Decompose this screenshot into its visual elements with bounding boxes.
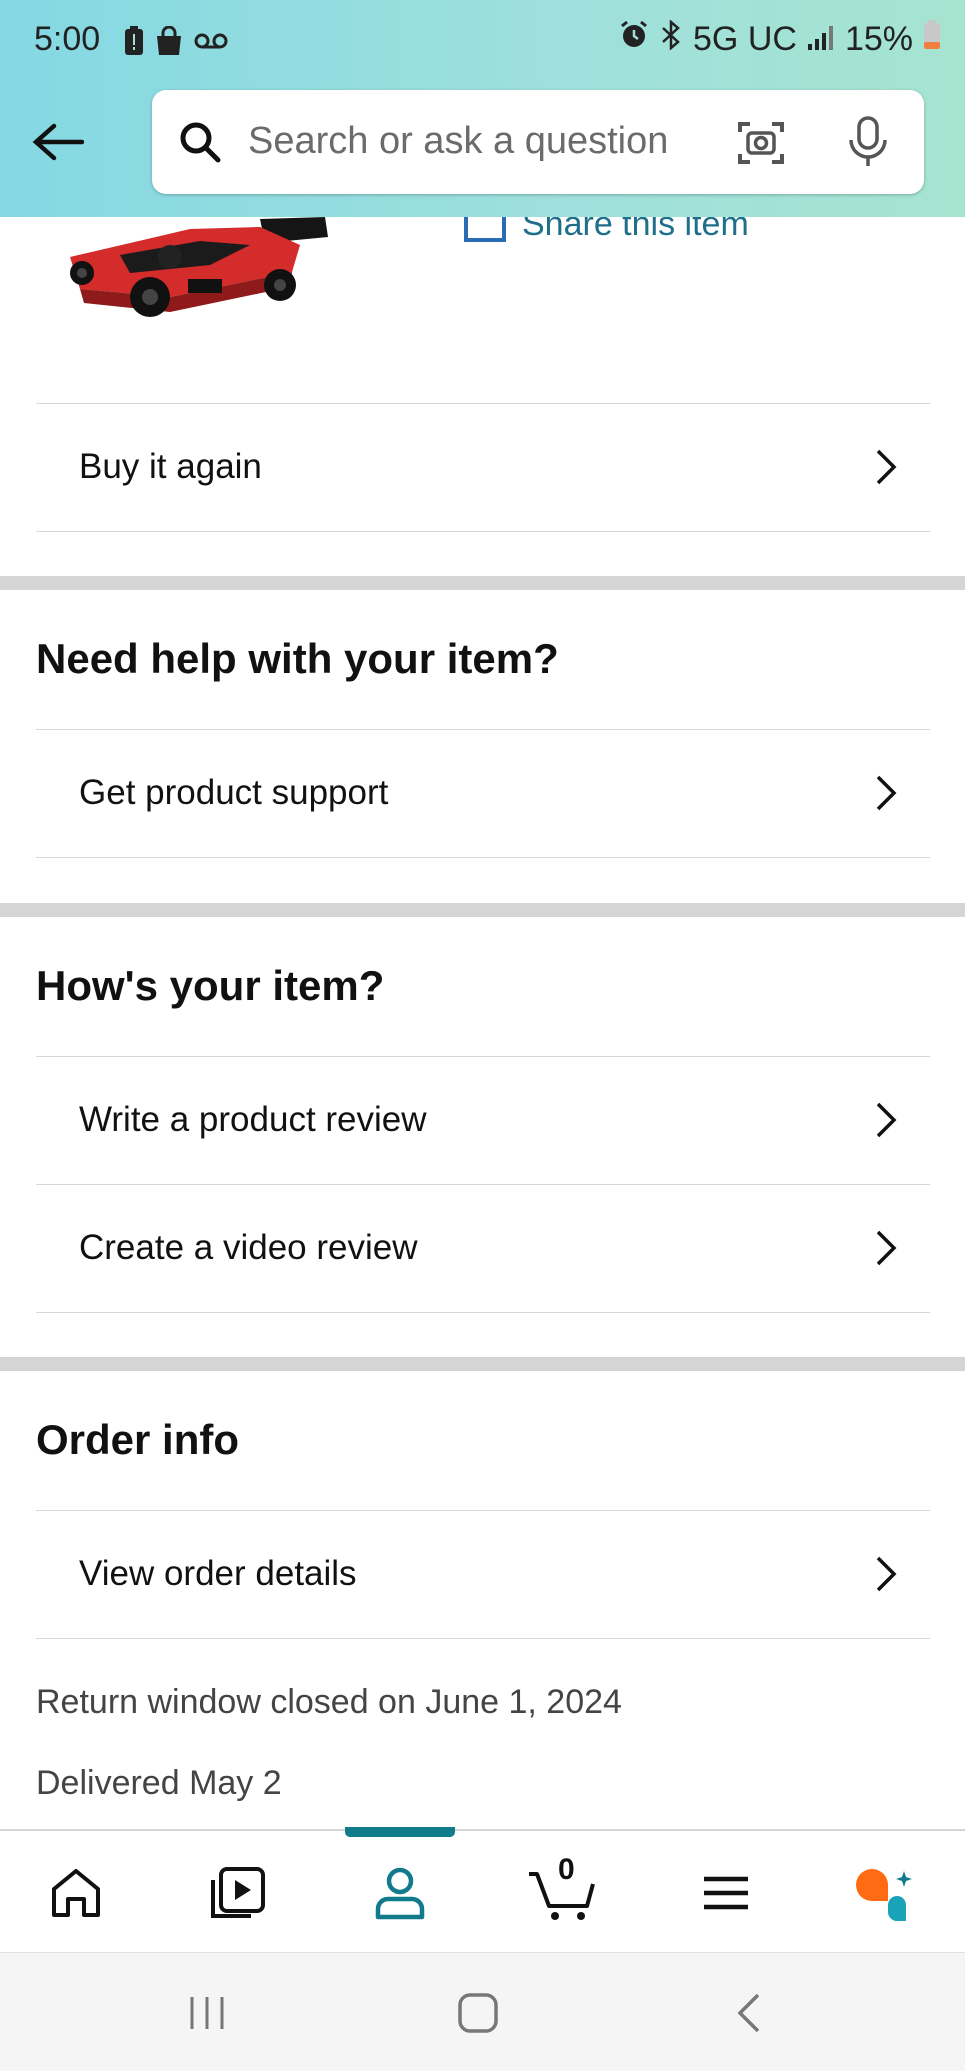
nav-video[interactable] — [206, 1861, 270, 1925]
delivered-text: Delivered May 2 — [36, 1764, 282, 1802]
order-info-heading: Order info — [36, 1416, 240, 1463]
home-icon — [52, 1869, 100, 1917]
status-time: 5:00 — [34, 20, 101, 58]
nav-account[interactable] — [368, 1861, 432, 1925]
network-label: 5G UC — [693, 20, 797, 58]
search-icon — [176, 118, 224, 171]
recent-apps-icon — [190, 1997, 224, 2029]
section-separator — [0, 576, 965, 590]
microphone-icon[interactable] — [846, 114, 890, 175]
divider — [36, 531, 930, 532]
bluetooth-icon — [659, 19, 683, 59]
back-button[interactable] — [28, 112, 88, 172]
order-details-row[interactable]: View order details — [36, 1511, 930, 1637]
divider — [36, 1638, 930, 1639]
alarm-icon — [619, 20, 649, 59]
divider — [36, 1312, 930, 1313]
section-separator — [0, 1357, 965, 1371]
chevron-right-icon — [874, 1100, 898, 1145]
home-system-button[interactable] — [456, 1991, 500, 2040]
back-system-button[interactable] — [734, 1991, 764, 2040]
nav-home[interactable] — [44, 1861, 108, 1925]
video-play-icon — [211, 1867, 265, 1918]
system-nav-bar — [0, 1952, 965, 2071]
status-bar: 5:00 5G UC 15% — [0, 0, 965, 86]
product-support-row[interactable]: Get product support — [36, 730, 930, 856]
nav-menu[interactable] — [694, 1861, 758, 1925]
signal-icon — [807, 20, 835, 59]
chevron-right-icon — [874, 1554, 898, 1599]
write-review-row[interactable]: Write a product review — [36, 1057, 930, 1183]
nav-cart[interactable]: 0 — [526, 1853, 600, 1925]
home-square-icon — [458, 1993, 498, 2033]
chevron-right-icon — [874, 773, 898, 818]
ai-assistant-icon — [856, 1869, 912, 1921]
cart-count: 0 — [558, 1853, 575, 1886]
section-separator — [0, 903, 965, 917]
active-tab-indicator — [345, 1827, 455, 1837]
notification-icons — [124, 25, 228, 61]
voicemail-icon — [194, 31, 228, 56]
video-review-label: Create a video review — [79, 1228, 418, 1267]
write-review-label: Write a product review — [79, 1100, 427, 1139]
recent-apps-button[interactable] — [186, 1993, 228, 2038]
status-right: 5G UC 15% — [619, 19, 941, 59]
chevron-right-icon — [874, 447, 898, 492]
need-help-heading: Need help with your item? — [36, 635, 559, 682]
chevron-right-icon — [874, 1228, 898, 1273]
product-support-label: Get product support — [79, 773, 389, 812]
account-icon — [375, 1867, 425, 1920]
battery-percent: 15% — [844, 20, 913, 58]
battery-alert-icon — [124, 26, 144, 61]
buy-again-label: Buy it again — [79, 447, 262, 486]
back-arrow-icon — [32, 123, 84, 161]
app-header: 5:00 5G UC 15% Search or ask a question — [0, 0, 965, 217]
lawn-mower-image[interactable] — [60, 217, 340, 325]
hows-item-heading: How's your item? — [36, 962, 385, 1009]
buy-again-row[interactable]: Buy it again — [36, 404, 930, 530]
return-window-text: Return window closed on June 1, 2024 — [36, 1683, 622, 1721]
bottom-nav: 0 — [0, 1827, 965, 1954]
divider — [36, 857, 930, 858]
search-bar[interactable]: Search or ask a question — [152, 90, 924, 194]
camera-search-icon[interactable] — [736, 118, 786, 173]
order-details-label: View order details — [79, 1554, 357, 1593]
menu-icon — [704, 1876, 748, 1910]
shopping-bag-icon — [154, 25, 184, 61]
back-chevron-icon — [737, 1993, 760, 2033]
video-review-row[interactable]: Create a video review — [36, 1185, 930, 1311]
nav-rufus-assistant[interactable] — [852, 1861, 916, 1925]
search-input[interactable]: Search or ask a question — [248, 120, 668, 163]
battery-icon — [923, 20, 941, 59]
